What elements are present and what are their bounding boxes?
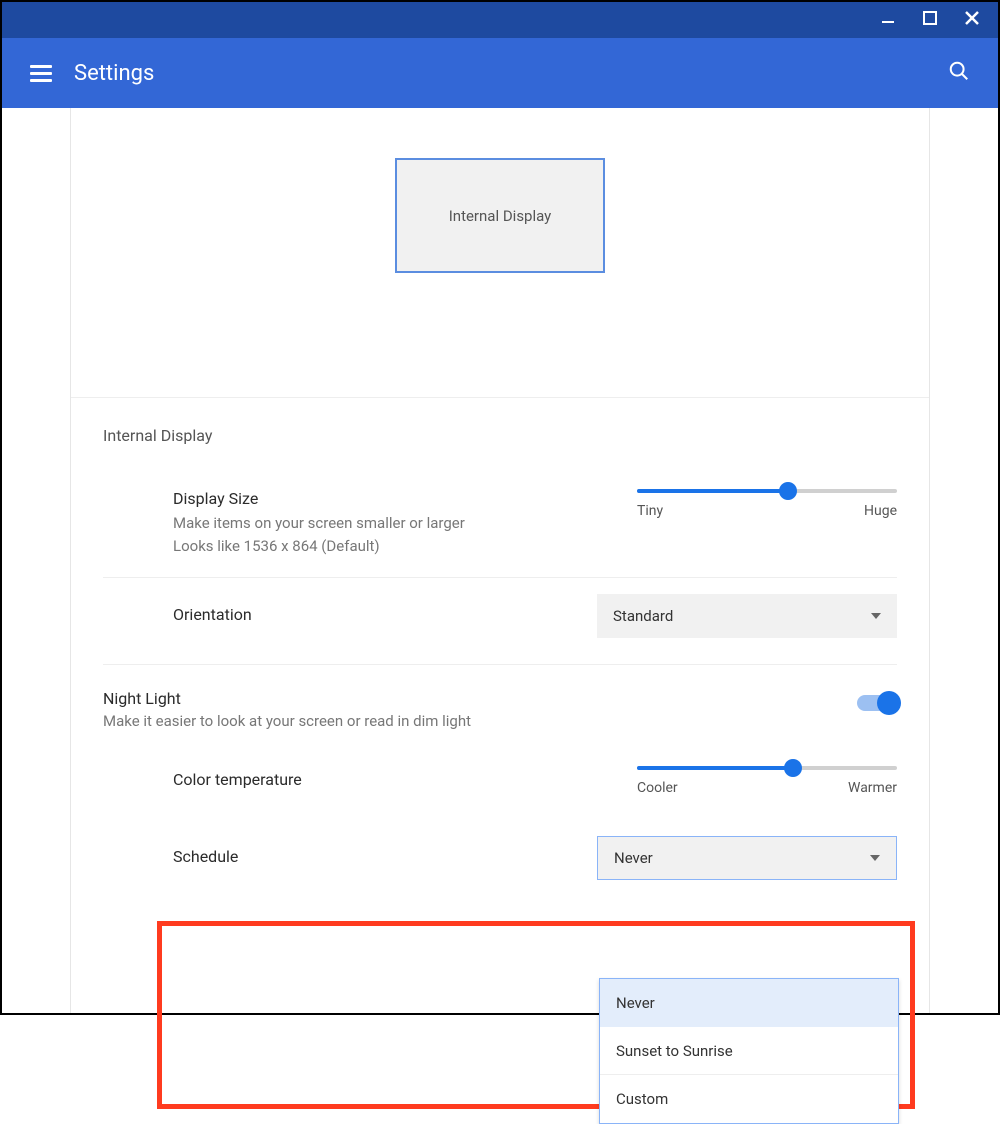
page-body: Internal Display Internal Display Displa… [2,108,998,1013]
color-temp-min-label: Cooler [637,780,678,796]
display-tile-internal[interactable]: Internal Display [395,158,605,273]
app-bar: Settings [2,38,998,108]
content-panel: Internal Display Internal Display Displa… [70,108,930,1013]
slider-thumb-icon[interactable] [779,482,797,500]
display-arrangement-area: Internal Display [71,108,929,398]
display-size-slider[interactable]: Tiny Huge [637,489,897,519]
orientation-title: Orientation [173,605,597,624]
schedule-dropdown[interactable]: NeverSunset to SunriseCustom [599,978,899,1124]
search-icon[interactable] [948,60,970,86]
row-night-light: Night Light Make it easier to look at yo… [71,665,929,742]
night-light-sub: Make it easier to look at your screen or… [103,712,471,730]
color-temp-slider[interactable]: Cooler Warmer [637,766,897,796]
internal-display-section: Internal Display Display Size Make items… [71,398,929,664]
app-title: Settings [74,61,154,86]
night-light-toggle[interactable] [857,695,897,711]
orientation-select[interactable]: Standard [597,594,897,638]
row-orientation: Orientation Standard [103,578,897,664]
color-temp-title: Color temperature [173,770,597,789]
orientation-value: Standard [613,607,673,625]
close-icon[interactable] [964,10,980,30]
schedule-select[interactable]: Never [597,836,897,880]
display-size-sub1: Make items on your screen smaller or lar… [173,512,597,535]
schedule-option[interactable]: Custom [600,1075,898,1123]
maximize-icon[interactable] [922,10,938,30]
display-size-title: Display Size [173,489,597,508]
schedule-option[interactable]: Sunset to Sunrise [600,1027,898,1075]
row-display-size: Display Size Make items on your screen s… [103,473,897,578]
night-light-title: Night Light [103,689,471,708]
schedule-title: Schedule [173,847,597,866]
schedule-value: Never [614,849,653,867]
chevron-down-icon [871,613,881,619]
menu-icon[interactable] [30,65,52,82]
display-size-max-label: Huge [864,503,897,519]
section-heading-internal-display: Internal Display [103,426,897,445]
window-titlebar [2,2,998,38]
schedule-option[interactable]: Never [600,979,898,1027]
slider-thumb-icon[interactable] [784,759,802,777]
row-color-temperature: Color temperature Cooler Warmer [103,750,897,816]
chevron-down-icon [870,855,880,861]
toggle-knob-icon [877,691,901,715]
row-schedule: Schedule Never [103,816,897,900]
color-temp-max-label: Warmer [848,780,897,796]
minimize-icon[interactable] [880,10,896,30]
display-size-min-label: Tiny [637,503,663,519]
display-size-sub2: Looks like 1536 x 864 (Default) [173,535,597,558]
